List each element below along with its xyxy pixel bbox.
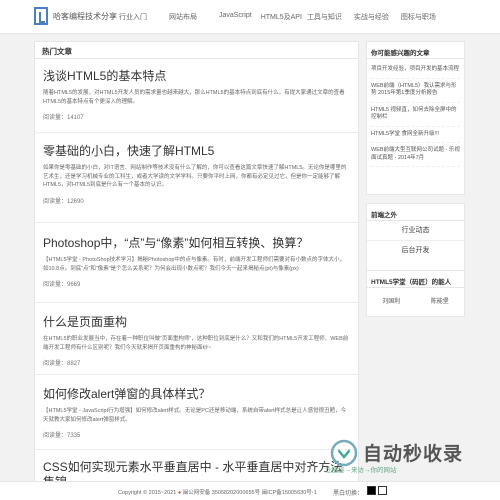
article-read-count: 阅读量：7335 bbox=[43, 433, 81, 439]
related-article-link[interactable]: HTML5 视频直，如何去除全屏中的控制栏 bbox=[371, 103, 460, 127]
article-title[interactable]: 什么是页面重构 bbox=[43, 315, 350, 330]
panel-title: 热门文章 bbox=[35, 42, 358, 59]
article-summary: 随着HTML5的发展，对HTML5开发人员的需求量也越来越大，那么HTML5的基… bbox=[43, 90, 345, 105]
author-link[interactable]: 陈能堡 bbox=[431, 296, 449, 305]
article-summary: 在HTML5的职业发展当中，存在着一种职位叫做“页面重构师”，这种职位到底是什么… bbox=[43, 336, 349, 351]
article-summary: 如果你是零基础的小白，对IT语言、网站制作等技术没有什么了解的，你可以查看这篇文… bbox=[43, 165, 347, 188]
article-title[interactable]: 零基础的小白，快速了解HTML5 bbox=[43, 144, 350, 159]
related-article-link[interactable]: HTML5学堂 食网全新升级!!! bbox=[371, 127, 460, 143]
article-title[interactable]: Photoshop中，“点”与“像素”如何相互转换、换算？ bbox=[43, 236, 350, 251]
beyond-frontend-box: 前端之外 行业动态 后台开发 bbox=[366, 203, 465, 271]
article-item: 浅谈HTML5的基本特点 随着HTML5的发展，对HTML5开发人员的需求量也越… bbox=[35, 59, 358, 133]
related-articles-title: 你可能感兴趣的文章 bbox=[367, 42, 464, 59]
theme-black-button[interactable] bbox=[367, 486, 376, 495]
site-footer: Copyright © 2015~2021 ● 闽公网安备 3505820200… bbox=[0, 481, 500, 500]
article-read-count: 阅读量：14107 bbox=[43, 115, 84, 121]
article-summary: 【HTML5学堂 - JavaScript行为增强】如何修改alert样式。无论… bbox=[43, 408, 347, 423]
main-nav: 行业入门 网站布局 JavaScript HTML5及API 工具与知识 实战与… bbox=[119, 12, 436, 22]
article-title[interactable]: 浅谈HTML5的基本特点 bbox=[43, 69, 350, 84]
article-item: 如何修改alert弹窗的具体样式？ 【HTML5学堂 - JavaScript行… bbox=[35, 375, 358, 450]
hot-articles-panel: 热门文章 浅谈HTML5的基本特点 随着HTML5的发展，对HTML5开发人员的… bbox=[34, 41, 359, 486]
copyright-text: Copyright © 2015~2021 bbox=[118, 490, 177, 496]
article-title[interactable]: 如何修改alert弹窗的具体样式？ bbox=[43, 387, 350, 402]
nav-item-career[interactable]: 图标与职场 bbox=[401, 12, 436, 22]
related-article-link[interactable]: WEB前端（HTML5）我认需求与形势 2015年第1季度分析报告 bbox=[371, 79, 460, 103]
related-article-link[interactable]: WEB前端大型互联网公司试题 - 乐视面试真题 - 2014年7月 bbox=[371, 143, 460, 167]
site-logo-icon[interactable] bbox=[34, 7, 48, 25]
nav-item-layout[interactable]: 网站布局 bbox=[169, 12, 197, 22]
related-article-link[interactable]: 项目开发经验，项目开发的基本流程 bbox=[371, 62, 460, 79]
nav-item-tools[interactable]: 工具与知识 bbox=[307, 12, 342, 22]
authors-list: 刘国利 陈能堡 bbox=[367, 288, 464, 305]
article-item: 什么是页面重构 在HTML5的职业发展当中，存在着一种职位叫做“页面重构师”，这… bbox=[35, 303, 358, 375]
theme-white-button[interactable] bbox=[378, 486, 387, 495]
icp-record-link[interactable]: 闽ICP备15005630号-1 bbox=[262, 490, 317, 496]
article-item: Photoshop中，“点”与“像素”如何相互转换、换算？ 【HTML5学堂 -… bbox=[35, 223, 358, 303]
author-link[interactable]: 刘国利 bbox=[382, 296, 400, 305]
footer-info: Copyright © 2015~2021 ● 闽公网安备 3505820200… bbox=[118, 488, 317, 496]
site-name[interactable]: 哈客编程技术分享 bbox=[53, 11, 117, 22]
link-backend-dev[interactable]: 后台开发 bbox=[367, 241, 464, 261]
nav-item-html5-api[interactable]: HTML5及API bbox=[261, 12, 302, 22]
watermark-text: 自动秒收录 bbox=[363, 444, 464, 465]
police-badge-icon: ● bbox=[177, 490, 182, 496]
article-read-count: 阅读量：12690 bbox=[43, 198, 84, 205]
article-item: 零基础的小白，快速了解HTML5 如果你是零基础的小白，对IT语言、网站制作等技… bbox=[35, 133, 358, 223]
article-summary: 【HTML5学堂 - PhotoShop技术学习】揭秘Photoshop中的点与… bbox=[43, 257, 345, 272]
related-articles-box: 你可能感兴趣的文章 项目开发经验，项目开发的基本流程 WEB前端（HTML5）我… bbox=[366, 41, 465, 195]
watermark: 自动秒收录 让链接→来访→你的网站 bbox=[325, 437, 480, 477]
watermark-logo-icon bbox=[330, 439, 358, 467]
article-read-count: 阅读量：9669 bbox=[43, 282, 81, 288]
site-header: 哈客编程技术分享 行业入门 网站布局 JavaScript HTML5及API … bbox=[0, 0, 500, 34]
nav-item-javascript[interactable]: JavaScript bbox=[219, 12, 252, 22]
beyond-frontend-title: 前端之外 bbox=[367, 204, 464, 221]
nav-item-practice[interactable]: 实战与经验 bbox=[354, 12, 389, 22]
authors-title: HTML5学堂（码匠）的能人 bbox=[367, 271, 464, 288]
watermark-subtext: 让链接→来访→你的网站 bbox=[325, 467, 397, 474]
related-articles-list: 项目开发经验，项目开发的基本流程 WEB前端（HTML5）我认需求与形势 201… bbox=[367, 59, 464, 167]
link-industry-news[interactable]: 行业动态 bbox=[367, 221, 464, 241]
authors-box: HTML5学堂（码匠）的能人 刘国利 陈能堡 bbox=[366, 270, 465, 317]
police-record-link[interactable]: 闽公网安备 35058202000655号 bbox=[183, 490, 260, 496]
theme-switch-label: 黑白切换： bbox=[333, 491, 364, 497]
nav-item-industry-intro[interactable]: 行业入门 bbox=[119, 12, 147, 22]
article-read-count: 阅读量：8827 bbox=[43, 361, 81, 367]
